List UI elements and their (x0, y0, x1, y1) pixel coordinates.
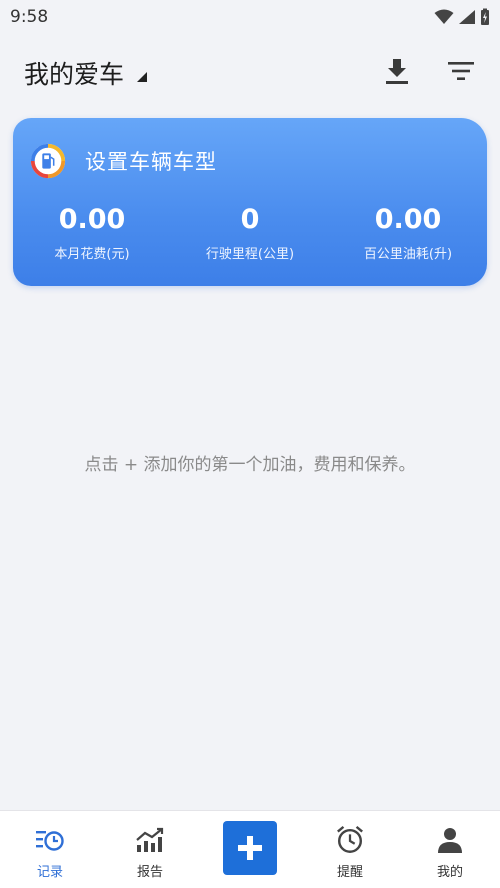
stat-fuel-consumption: 0.00 百公里油耗(升) (329, 204, 487, 262)
filter-button[interactable] (446, 56, 476, 86)
stat-mileage: 0 行驶里程(公里) (171, 204, 329, 262)
vehicle-selector-title[interactable]: 我的爱车 (24, 55, 124, 91)
stat-label: 百公里油耗(升) (363, 247, 453, 262)
vehicle-summary-card[interactable]: 设置车辆车型 0.00 本月花费(元) 0 行驶里程(公里) 0.00 百公里油… (13, 118, 487, 286)
empty-state-hint: 点击 + 添加你的第一个加油，费用和保养。 (84, 455, 416, 475)
stat-value: 0.00 (374, 204, 442, 235)
stat-label: 本月花费(元) (54, 247, 130, 262)
stat-value: 0.00 (58, 204, 126, 235)
download-button[interactable] (382, 56, 412, 86)
nav-item-profile[interactable]: 我的 (400, 811, 500, 888)
nav-item-report[interactable]: 报告 (100, 811, 200, 888)
status-bar: 9:58 (0, 0, 500, 34)
header-actions (382, 56, 476, 86)
stats-row: 0.00 本月花费(元) 0 行驶里程(公里) 0.00 百公里油耗(升) (13, 204, 487, 262)
records-icon (35, 825, 65, 855)
stat-monthly-cost: 0.00 本月花费(元) (13, 204, 171, 262)
app-header: 我的爱车 (0, 48, 500, 98)
download-icon (386, 59, 408, 84)
report-chart-icon (135, 825, 165, 855)
add-icon (238, 835, 262, 860)
nav-label: 我的 (436, 865, 463, 880)
battery-icon (481, 8, 489, 25)
dropdown-caret-icon[interactable] (136, 71, 148, 83)
filter-icon (448, 62, 474, 80)
cellular-signal-icon (459, 10, 475, 24)
nav-item-add (200, 811, 300, 888)
wifi-icon (434, 9, 454, 24)
nav-item-records[interactable]: 记录 (0, 811, 100, 888)
nav-label: 记录 (36, 865, 63, 880)
person-icon (435, 825, 465, 855)
nav-item-reminders[interactable]: 提醒 (300, 811, 400, 888)
status-icons (434, 8, 490, 26)
card-header[interactable]: 设置车辆车型 (29, 142, 217, 180)
stat-label: 行驶里程(公里) (205, 247, 295, 262)
nav-label: 报告 (136, 865, 163, 880)
stat-value: 0 (240, 204, 260, 235)
set-vehicle-model-label[interactable]: 设置车辆车型 (85, 146, 217, 176)
nav-label: 提醒 (336, 865, 363, 880)
alarm-clock-icon (335, 825, 365, 855)
status-time: 9:58 (10, 7, 49, 27)
bottom-navigation: 记录 报告 提醒 我的 (0, 810, 500, 888)
add-record-button[interactable] (223, 820, 277, 875)
fuel-gauge-logo-icon (30, 143, 66, 179)
